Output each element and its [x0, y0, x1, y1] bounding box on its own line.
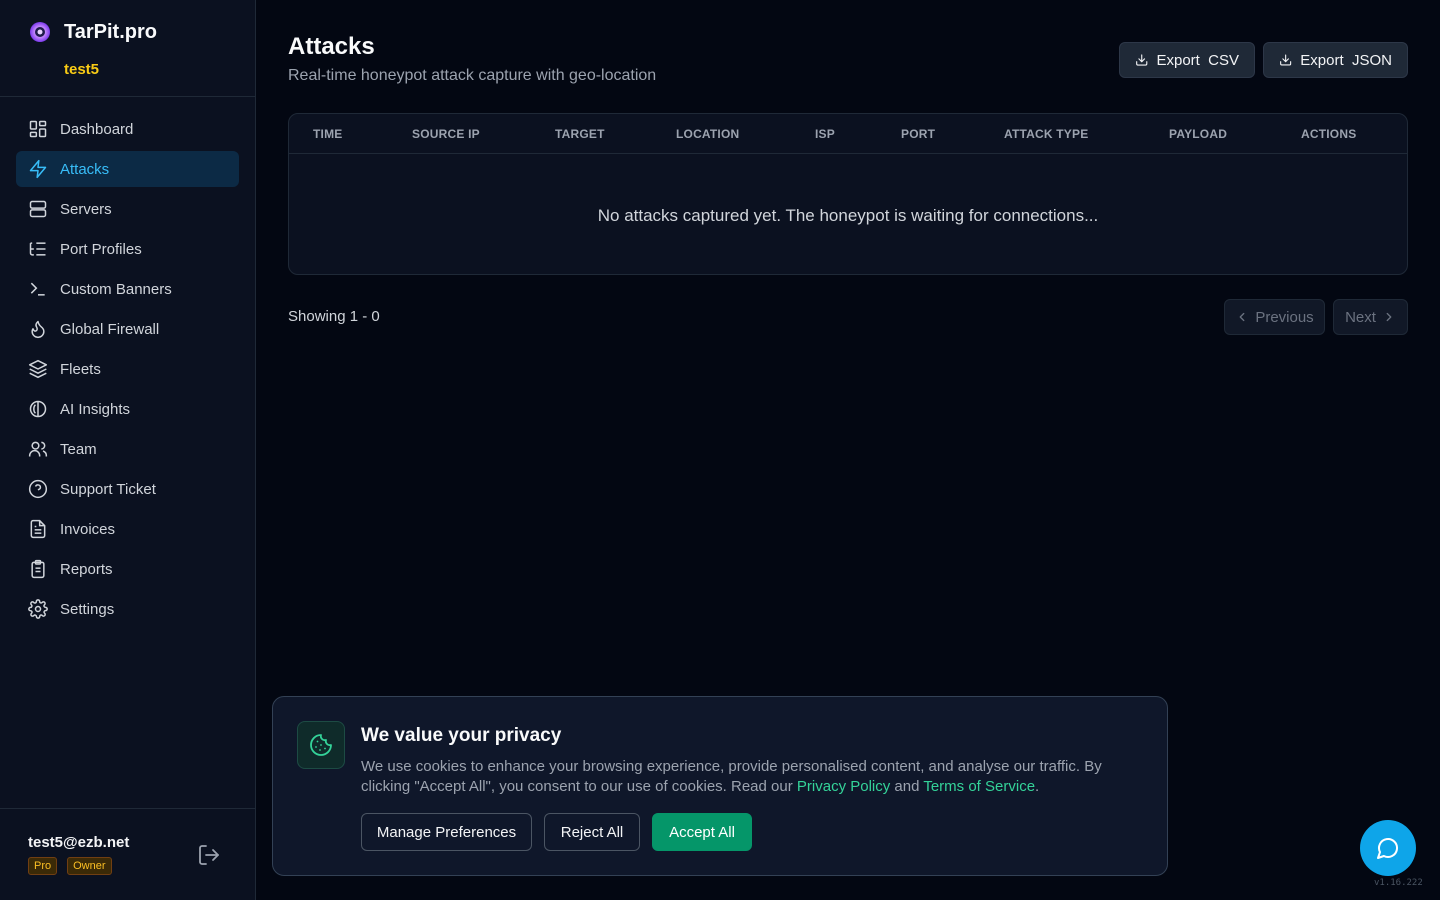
cookie-title: We value your privacy	[361, 725, 562, 746]
export-json-label: Export JSON	[1300, 51, 1392, 69]
chevron-right-icon	[1386, 312, 1392, 322]
attacks-table: TIME SOURCE IP TARGET LOCATION ISP PORT …	[288, 113, 1408, 275]
next-page-button[interactable]: Next	[1333, 299, 1408, 335]
privacy-policy-link[interactable]: Privacy Policy	[797, 778, 890, 795]
sidebar-item-label: Port Profiles	[60, 240, 142, 258]
grid-icon	[28, 119, 48, 139]
reject-all-button[interactable]: Reject All	[544, 813, 640, 851]
terms-of-service-link[interactable]: Terms of Service	[923, 778, 1035, 795]
column-header-location[interactable]: LOCATION	[676, 127, 739, 141]
export-json-button[interactable]: Export JSON	[1263, 42, 1408, 78]
sidebar-item-custom-banners[interactable]: Custom Banners	[16, 271, 239, 307]
cookie-icon	[297, 721, 345, 769]
manage-preferences-button[interactable]: Manage Preferences	[361, 813, 532, 851]
cookie-consent-banner: We value your privacy We use cookies to …	[272, 696, 1168, 876]
chevron-left-icon	[1239, 312, 1245, 322]
file-text-icon	[28, 519, 48, 539]
page-title: Attacks	[288, 33, 375, 60]
server-icon	[28, 199, 48, 219]
org-name: test5	[64, 61, 100, 78]
version-label: v1.16.222	[1374, 878, 1423, 888]
clipboard-icon	[28, 559, 48, 579]
user-email: test5@ezb.net	[28, 834, 130, 851]
sidebar-nav: Dashboard Attacks Servers Port Profiles …	[16, 111, 239, 631]
sidebar-item-label: Team	[60, 440, 97, 458]
layers-icon	[28, 359, 48, 379]
users-icon	[28, 439, 48, 459]
gear-icon	[28, 599, 48, 619]
app-name: TarPit.pro	[64, 20, 157, 43]
column-header-actions: ACTIONS	[1301, 127, 1357, 141]
sidebar-item-settings[interactable]: Settings	[16, 591, 239, 627]
plan-badge: Pro	[28, 857, 58, 875]
terminal-icon	[28, 279, 48, 299]
sidebar-item-global-firewall[interactable]: Global Firewall	[16, 311, 239, 347]
previous-page-button[interactable]: Previous	[1224, 299, 1325, 335]
previous-label: Previous	[1255, 308, 1314, 326]
sidebar-item-label: Servers	[60, 200, 112, 218]
cookie-text-period: .	[1035, 778, 1040, 795]
empty-state-message: No attacks captured yet. The honeypot is…	[597, 206, 1099, 225]
cookie-description: We use cookies to enhance your browsing …	[361, 757, 1121, 797]
download-icon	[1280, 54, 1292, 66]
chat-bubble-icon	[1377, 838, 1398, 859]
brand[interactable]: TarPit.pro	[28, 20, 157, 44]
sidebar-item-label: Reports	[60, 560, 113, 578]
sidebar-item-fleets[interactable]: Fleets	[16, 351, 239, 387]
page-subtitle: Real-time honeypot attack capture with g…	[288, 67, 657, 84]
column-header-target[interactable]: TARGET	[555, 127, 605, 141]
sidebar-item-label: Dashboard	[60, 120, 134, 138]
column-header-time[interactable]: TIME	[313, 127, 342, 141]
column-header-port[interactable]: PORT	[901, 127, 935, 141]
chat-button[interactable]	[1360, 820, 1416, 876]
export-csv-button[interactable]: Export CSV	[1119, 42, 1255, 78]
sidebar: TarPit.pro test5 Dashboard Attacks Serve…	[0, 0, 256, 900]
help-circle-icon	[28, 479, 48, 499]
cookie-text-and: and	[890, 778, 924, 795]
sidebar-item-dashboard[interactable]: Dashboard	[16, 111, 239, 147]
sidebar-divider	[0, 96, 255, 97]
lightning-icon	[28, 159, 48, 179]
sidebar-item-port-profiles[interactable]: Port Profiles	[16, 231, 239, 267]
column-header-payload[interactable]: PAYLOAD	[1169, 127, 1227, 141]
table-header: TIME SOURCE IP TARGET LOCATION ISP PORT …	[289, 114, 1407, 154]
user-badges: Pro Owner	[28, 857, 112, 875]
column-header-isp[interactable]: ISP	[815, 127, 835, 141]
sidebar-item-label: Global Firewall	[60, 320, 160, 338]
flame-icon	[28, 319, 48, 339]
sidebar-item-servers[interactable]: Servers	[16, 191, 239, 227]
sidebar-footer-divider	[0, 808, 255, 809]
pagination-summary: Showing 1 - 0	[288, 308, 380, 325]
sidebar-item-reports[interactable]: Reports	[16, 551, 239, 587]
accept-all-button[interactable]: Accept All	[652, 813, 752, 851]
sidebar-item-team[interactable]: Team	[16, 431, 239, 467]
sidebar-item-label: Fleets	[60, 360, 101, 378]
logout-icon[interactable]	[197, 843, 221, 867]
role-badge: Owner	[67, 857, 112, 875]
sidebar-item-label: Settings	[60, 600, 115, 618]
sidebar-item-invoices[interactable]: Invoices	[16, 511, 239, 547]
sidebar-item-ai-insights[interactable]: AI Insights	[16, 391, 239, 427]
sidebar-item-support-ticket[interactable]: Support Ticket	[16, 471, 239, 507]
sidebar-item-attacks[interactable]: Attacks	[16, 151, 239, 187]
logo-icon	[30, 22, 50, 42]
list-tree-icon	[28, 239, 48, 259]
sidebar-item-label: Support Ticket	[60, 480, 156, 498]
sidebar-item-label: Custom Banners	[60, 280, 172, 298]
sidebar-item-label: Attacks	[60, 160, 110, 178]
export-csv-label: Export CSV	[1156, 51, 1239, 69]
column-header-source-ip[interactable]: SOURCE IP	[412, 127, 480, 141]
download-icon	[1136, 54, 1148, 66]
column-header-attack-type[interactable]: ATTACK TYPE	[1004, 127, 1088, 141]
next-label: Next	[1345, 308, 1376, 326]
sidebar-item-label: AI Insights	[60, 400, 131, 418]
brain-icon	[28, 399, 48, 419]
sidebar-item-label: Invoices	[60, 520, 116, 538]
